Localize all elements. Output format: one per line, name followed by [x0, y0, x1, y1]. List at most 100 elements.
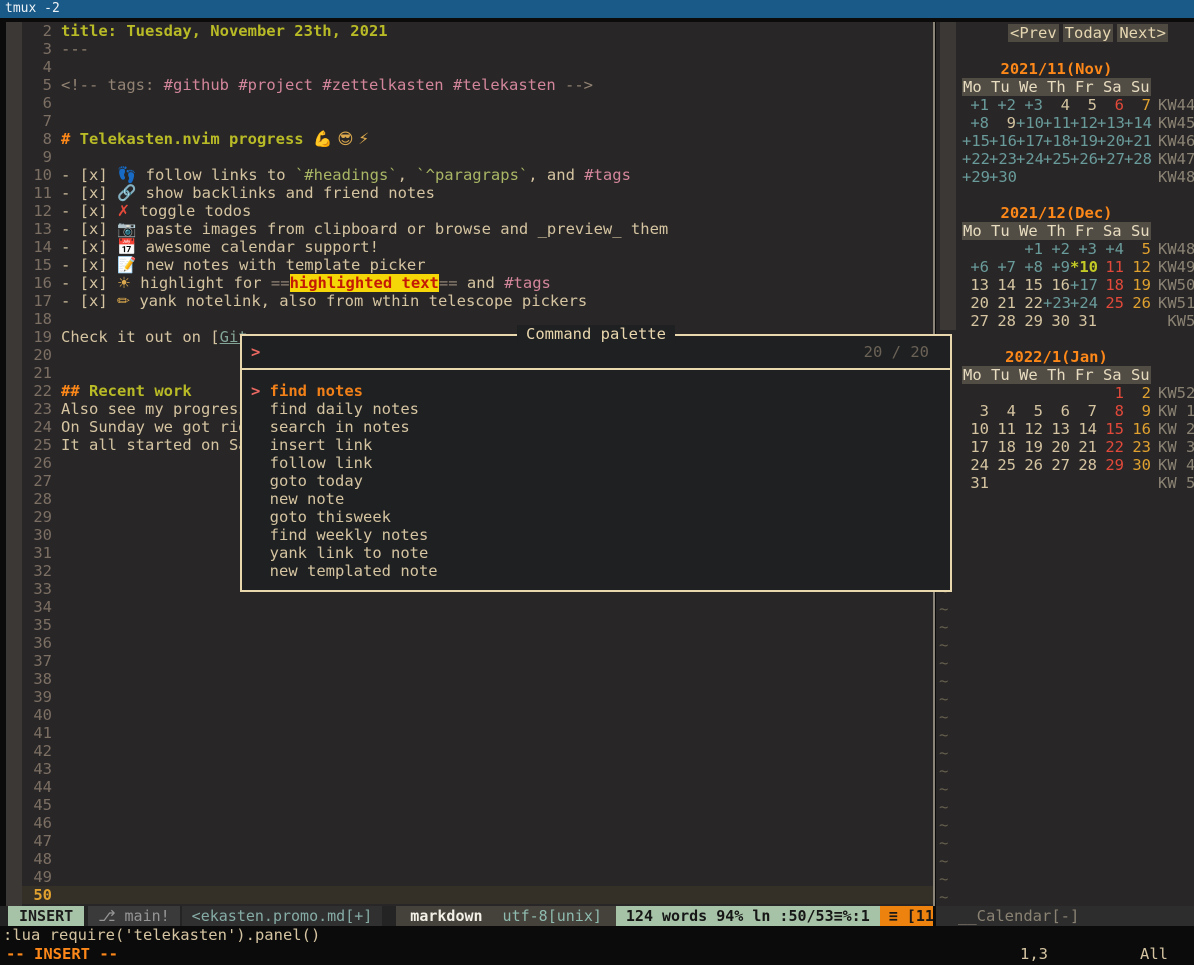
calendar-day-cell[interactable]: +21: [1124, 132, 1151, 150]
calendar-day-cell[interactable]: +18: [1043, 132, 1070, 150]
calendar-day-cell[interactable]: +3: [1016, 96, 1043, 114]
editor-line[interactable]: 11- [x] 🔗 show backlinks and friend note…: [22, 184, 933, 202]
calendar-day-cell[interactable]: 5: [1124, 240, 1151, 258]
calendar-day-cell[interactable]: +12: [1070, 114, 1097, 132]
calendar-day-cell[interactable]: +17: [1016, 132, 1043, 150]
palette-item-find-daily-notes[interactable]: find daily notes: [242, 400, 950, 418]
calendar-today-button[interactable]: Today: [1063, 24, 1114, 42]
calendar-day-cell[interactable]: 31: [962, 474, 989, 492]
calendar-day-cell[interactable]: 4: [989, 402, 1016, 420]
calendar-day-cell[interactable]: +4: [1097, 240, 1124, 258]
editor-line[interactable]: 9: [22, 148, 933, 166]
calendar-day-cell[interactable]: +2: [1043, 240, 1070, 258]
editor-line[interactable]: 48: [22, 850, 933, 868]
calendar-day-cell[interactable]: 14: [1070, 420, 1097, 438]
command-line[interactable]: :lua require('telekasten').panel(): [0, 926, 1194, 944]
editor-line[interactable]: 16- [x] ☀ highlight for ==highlighted te…: [22, 274, 933, 292]
calendar-day-cell[interactable]: +22: [962, 150, 989, 168]
palette-item-insert-link[interactable]: insert link: [242, 436, 950, 454]
calendar-day-cell[interactable]: +9: [1043, 258, 1070, 276]
editor-line[interactable]: 38: [22, 670, 933, 688]
editor-line[interactable]: 4: [22, 58, 933, 76]
calendar-day-cell[interactable]: 15: [1097, 420, 1124, 438]
calendar-day-cell[interactable]: +20: [1097, 132, 1124, 150]
calendar-day-cell[interactable]: 1: [1097, 384, 1124, 402]
calendar-day-cell[interactable]: 12: [1016, 420, 1043, 438]
calendar-day-cell[interactable]: +23: [1043, 294, 1070, 312]
editor-line[interactable]: 46: [22, 814, 933, 832]
calendar-day-cell[interactable]: 16: [1043, 276, 1070, 294]
editor-line[interactable]: 7: [22, 112, 933, 130]
palette-item-yank-link-to-note[interactable]: yank link to note: [242, 544, 950, 562]
calendar-day-cell[interactable]: +15: [962, 132, 989, 150]
calendar-day-cell[interactable]: +11: [1043, 114, 1070, 132]
calendar-day-cell[interactable]: 24: [962, 456, 989, 474]
calendar-day-cell[interactable]: +8: [1016, 258, 1043, 276]
calendar-day-cell[interactable]: 21: [989, 294, 1016, 312]
editor-line[interactable]: 40: [22, 706, 933, 724]
calendar-day-cell[interactable]: 2: [1124, 384, 1151, 402]
calendar-day-cell[interactable]: +25: [1043, 150, 1070, 168]
calendar-day-cell[interactable]: +26: [1070, 150, 1097, 168]
palette-item-goto-thisweek[interactable]: goto thisweek: [242, 508, 950, 526]
editor-line[interactable]: 43: [22, 760, 933, 778]
calendar-day-cell[interactable]: 9: [1124, 402, 1151, 420]
editor-line[interactable]: 39: [22, 688, 933, 706]
calendar-day-cell[interactable]: 18: [989, 438, 1016, 456]
calendar-day-cell[interactable]: 15: [1016, 276, 1043, 294]
calendar-day-cell[interactable]: 30: [1124, 456, 1151, 474]
calendar-day-cell[interactable]: 26: [1016, 456, 1043, 474]
calendar-day-cell[interactable]: 25: [1097, 294, 1124, 312]
calendar-day-cell[interactable]: 6: [1097, 96, 1124, 114]
calendar-scrollbar[interactable]: [940, 22, 956, 330]
calendar-day-cell[interactable]: 22: [1097, 438, 1124, 456]
editor-line[interactable]: 8# Telekasten.nvim progress 💪 😎 ⚡: [22, 130, 933, 148]
palette-item-new-templated-note[interactable]: new templated note: [242, 562, 950, 580]
calendar-day-cell[interactable]: 19: [1016, 438, 1043, 456]
calendar-day-cell[interactable]: +24: [1070, 294, 1097, 312]
palette-item-new-note[interactable]: new note: [242, 490, 950, 508]
editor-line[interactable]: 5<!-- tags: #github #project #zettelkast…: [22, 76, 933, 94]
editor-line[interactable]: 41: [22, 724, 933, 742]
calendar-day-cell[interactable]: 28: [1070, 456, 1097, 474]
calendar-day-cell[interactable]: 16: [1124, 420, 1151, 438]
editor-line[interactable]: 15- [x] 📝 new notes with template picker: [22, 256, 933, 274]
calendar-day-cell[interactable]: 7: [1124, 96, 1151, 114]
editor-line[interactable]: 6: [22, 94, 933, 112]
calendar-next-button[interactable]: Next>: [1117, 24, 1168, 42]
calendar-day-cell[interactable]: 19: [1124, 276, 1151, 294]
palette-item-goto-today[interactable]: goto today: [242, 472, 950, 490]
calendar-prev-button[interactable]: <Prev: [1008, 24, 1059, 42]
calendar-day-cell[interactable]: +10: [1016, 114, 1043, 132]
editor-line[interactable]: 3---: [22, 40, 933, 58]
calendar-day-cell[interactable]: +1: [1016, 240, 1043, 258]
calendar-day-cell[interactable]: 4: [1043, 96, 1070, 114]
palette-item-search-in-notes[interactable]: search in notes: [242, 418, 950, 436]
editor-line[interactable]: 49: [22, 868, 933, 886]
calendar-day-cell[interactable]: +27: [1097, 150, 1124, 168]
editor-line[interactable]: 12- [x] ✗ toggle todos: [22, 202, 933, 220]
calendar-day-cell[interactable]: 13: [1043, 420, 1070, 438]
editor-line[interactable]: 10- [x] 👣 follow links to `#headings`, `…: [22, 166, 933, 184]
palette-item-follow-link[interactable]: follow link: [242, 454, 950, 472]
calendar-day-cell[interactable]: +8: [962, 114, 989, 132]
palette-item-find-notes[interactable]: > find notes: [242, 382, 950, 400]
calendar-day-cell[interactable]: +30: [989, 168, 1016, 186]
calendar-day-cell[interactable]: 5: [1016, 402, 1043, 420]
calendar-day-cell[interactable]: 11: [1097, 258, 1124, 276]
calendar-day-cell[interactable]: 9: [989, 114, 1016, 132]
calendar-day-cell[interactable]: 29: [1097, 456, 1124, 474]
calendar-day-cell[interactable]: 14: [989, 276, 1016, 294]
calendar-day-cell[interactable]: +24: [1016, 150, 1043, 168]
calendar-day-cell[interactable]: 23: [1124, 438, 1151, 456]
calendar-day-cell[interactable]: +7: [989, 258, 1016, 276]
calendar-day-cell[interactable]: 13: [962, 276, 989, 294]
editor-line[interactable]: 37: [22, 652, 933, 670]
calendar-day-cell[interactable]: 17: [962, 438, 989, 456]
calendar-day-cell[interactable]: 27: [962, 312, 989, 330]
calendar-day-cell[interactable]: +29: [962, 168, 989, 186]
editor-line[interactable]: 2title: Tuesday, November 23th, 2021: [22, 22, 933, 40]
editor-line[interactable]: 18: [22, 310, 933, 328]
editor-line[interactable]: 50: [22, 886, 933, 904]
calendar-day-cell[interactable]: 3: [962, 402, 989, 420]
